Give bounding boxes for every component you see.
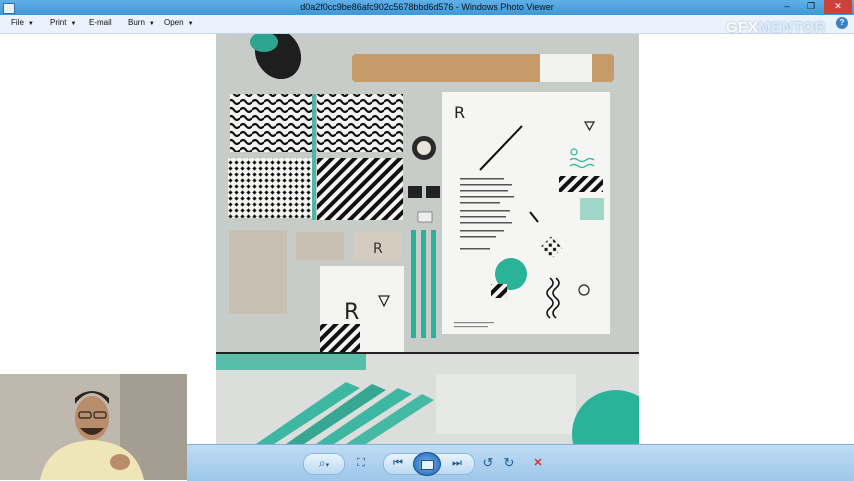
svg-text:R: R — [373, 241, 383, 257]
chevron-down-icon: ▼ — [27, 21, 34, 27]
menu-email-label: E-mail — [89, 18, 112, 27]
menu-file-label: File — [11, 18, 24, 27]
menu-burn[interactable]: Burn ▼ — [128, 18, 155, 27]
menu-open[interactable]: Open ▼ — [164, 18, 194, 27]
svg-text:R: R — [454, 103, 465, 122]
rotate-clockwise-icon[interactable]: ↻ — [498, 454, 520, 472]
previous-icon[interactable]: ⏮ — [387, 454, 409, 472]
photo-lower-strip — [216, 354, 639, 444]
zoom-glyph: ⌕ — [318, 456, 326, 470]
close-button[interactable]: ✕ — [824, 0, 852, 14]
stationery-photo-graphic: R R R — [216, 34, 639, 352]
chevron-down-icon: ▼ — [187, 21, 194, 27]
title-bar: d0a2f0cc9be86afc902c5678bbd6d576 - Windo… — [0, 0, 854, 15]
menu-print-label: Print — [50, 18, 67, 27]
presenter-video — [0, 374, 187, 480]
help-button[interactable]: ? — [836, 17, 848, 29]
presenter-graphic — [0, 374, 187, 480]
minimize-button[interactable]: – — [776, 0, 798, 14]
chevron-down-icon: ▾ — [325, 462, 330, 469]
maximize-button[interactable]: ❐ — [800, 0, 822, 14]
rotate-counterclockwise-icon[interactable]: ↺ — [477, 454, 499, 472]
magnifier-icon[interactable]: ⌕▾ — [311, 454, 337, 472]
viewer-toolbar: ⌕▾ ⛶ ⏮ ⏭ ↺ ↻ ✕ — [303, 452, 553, 476]
displayed-photo: R R R — [216, 34, 639, 352]
delete-icon[interactable]: ✕ — [527, 454, 549, 472]
slideshow-screen — [421, 460, 434, 470]
window-title: d0a2f0cc9be86afc902c5678bbd6d576 - Windo… — [300, 2, 554, 12]
chevron-down-icon: ▼ — [70, 21, 77, 27]
svg-text:R: R — [344, 300, 359, 325]
chevron-down-icon: ▼ — [148, 21, 155, 27]
menu-email[interactable]: E-mail — [89, 18, 112, 27]
next-icon[interactable]: ⏭ — [446, 454, 468, 472]
menu-file[interactable]: File ▼ — [11, 18, 34, 27]
slideshow-icon[interactable] — [413, 452, 441, 476]
actual-size-icon[interactable]: ⛶ — [350, 454, 372, 472]
pencils-closeup-graphic — [216, 354, 639, 444]
menu-open-label: Open — [164, 18, 184, 27]
menu-print[interactable]: Print ▼ — [50, 18, 76, 27]
menu-burn-label: Burn — [128, 18, 145, 27]
